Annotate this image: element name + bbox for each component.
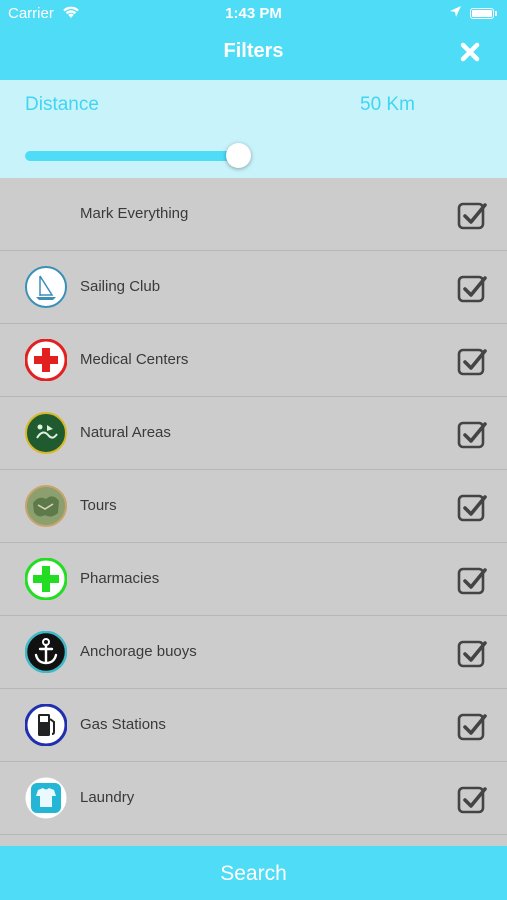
natural-areas-icon: [25, 412, 67, 454]
list-item-tours[interactable]: Tours: [0, 470, 507, 543]
checkbox-checked-icon[interactable]: [456, 345, 488, 377]
anchor-icon: [24, 630, 68, 674]
checkbox-checked-icon[interactable]: [456, 564, 488, 596]
distance-panel: Distance 50 Km: [0, 80, 507, 178]
checkbox-checked-icon[interactable]: [456, 783, 488, 815]
medical-center-icon: [24, 338, 68, 382]
pharmacy-icon: [24, 557, 68, 601]
search-button-label: Search: [220, 862, 287, 885]
list-item-label: Laundry: [80, 789, 135, 806]
list-item-label: Medical Centers: [80, 351, 189, 368]
list-item-label: Anchorage buoys: [80, 643, 197, 660]
status-bar: Carrier 1:43 PM: [0, 0, 507, 28]
distance-slider-track[interactable]: [25, 151, 239, 161]
close-icon[interactable]: [456, 38, 484, 66]
list-item-gas-stations[interactable]: Gas Stations: [0, 689, 507, 762]
navigation-bar: Carrier 1:43 PM Filters: [0, 0, 507, 80]
checkbox-checked-icon[interactable]: [456, 199, 488, 231]
gas-station-icon: [24, 703, 68, 747]
laundry-icon: [25, 777, 67, 819]
list-item-natural-areas[interactable]: Natural Areas: [0, 397, 507, 470]
checkbox-checked-icon[interactable]: [456, 491, 488, 523]
page-title: Filters: [223, 40, 284, 62]
sailing-club-icon: [25, 266, 67, 308]
filter-list: Mark Everything Sailing Club Medical Cen…: [0, 178, 507, 846]
clock: 1:43 PM: [225, 5, 282, 22]
battery-tip: [495, 11, 497, 16]
list-item-anchorage-buoys[interactable]: Anchorage buoys: [0, 616, 507, 689]
list-item-label: Gas Stations: [80, 716, 166, 733]
search-button[interactable]: Search: [0, 846, 507, 900]
list-item-medical-centers[interactable]: Medical Centers: [0, 324, 507, 397]
list-item-label: Mark Everything: [80, 205, 189, 222]
list-item-label: Natural Areas: [80, 424, 171, 441]
checkbox-checked-icon[interactable]: [456, 637, 488, 669]
list-item-label: Sailing Club: [80, 278, 161, 295]
checkbox-checked-icon[interactable]: [456, 418, 488, 450]
list-item-sailing-club[interactable]: Sailing Club: [0, 251, 507, 324]
list-item-label: Pharmacies: [80, 570, 160, 587]
list-item-label: Tours: [80, 497, 117, 514]
distance-label: Distance: [25, 94, 99, 115]
list-item-pharmacies[interactable]: Pharmacies: [0, 543, 507, 616]
distance-value: 50 Km: [360, 94, 415, 115]
checkbox-checked-icon[interactable]: [456, 272, 488, 304]
location-arrow-icon: [449, 5, 462, 22]
tours-icon: [25, 485, 67, 527]
list-item-laundry[interactable]: Laundry: [0, 762, 507, 835]
checkbox-checked-icon[interactable]: [456, 710, 488, 742]
distance-slider-thumb[interactable]: [226, 143, 251, 168]
list-item-mark-everything[interactable]: Mark Everything: [0, 178, 507, 251]
battery-icon: [470, 8, 494, 19]
